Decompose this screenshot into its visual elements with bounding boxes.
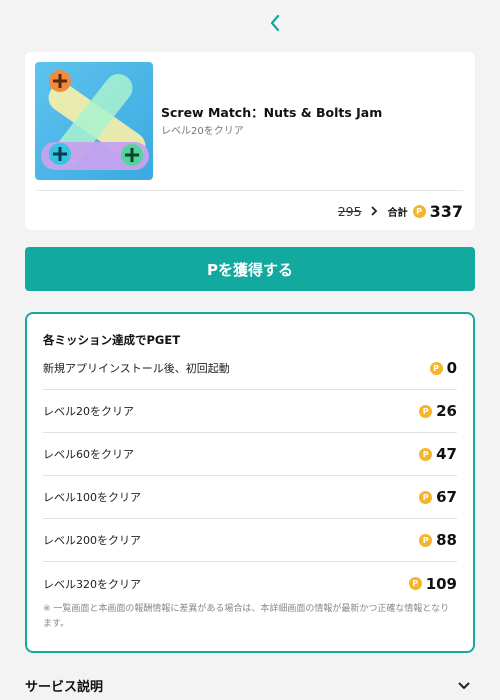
mission-row: レベル320をクリア P 109 <box>43 562 457 605</box>
mission-label: レベル320をクリア <box>43 577 141 591</box>
mission-row: レベル60をクリア P 47 <box>43 433 457 476</box>
mission-value: 47 <box>436 445 457 463</box>
back-button[interactable] <box>264 12 286 34</box>
app-title: Screw Match：Nuts & Bolts Jam <box>161 105 383 120</box>
coin-icon: P <box>419 447 433 461</box>
mission-row: レベル100をクリア P 67 <box>43 476 457 519</box>
app-card[interactable]: Screw Match：Nuts & Bolts Jam レベル20をクリア 2… <box>25 52 475 230</box>
mission-row: レベル20をクリア P 26 <box>43 390 457 433</box>
mission-value: 26 <box>436 402 457 420</box>
mission-value: 109 <box>425 574 457 593</box>
app-subtitle: レベル20をクリア <box>161 126 244 137</box>
coin-icon: P <box>429 361 443 375</box>
app-icon <box>35 62 153 180</box>
price-row: 295 合計 P 337 <box>338 200 463 222</box>
chevron-down-icon[interactable] <box>456 678 472 692</box>
total-label: 合計 <box>387 207 408 219</box>
coin-icon: P <box>419 490 433 504</box>
mission-panel: 各ミッション達成でPGET 新規アプリインストール後、初回起動 P0 レベル20… <box>25 312 475 653</box>
mission-label: レベル100をクリア <box>43 491 141 504</box>
mission-label: レベル60をクリア <box>43 448 134 461</box>
mission-label: 新規アプリインストール後、初回起動 <box>43 362 230 375</box>
mission-value: 67 <box>436 488 457 506</box>
chevron-right-icon <box>370 204 380 218</box>
service-title[interactable]: サービス説明 <box>25 676 103 695</box>
total-value: 337 <box>429 201 463 221</box>
mission-note: ※ 一覧画面と本画面の報酬情報に差異がある場合は、本詳細画面の情報が最新かつ正確… <box>43 604 450 629</box>
coin-icon: P <box>419 404 433 418</box>
divider <box>37 190 463 191</box>
coin-icon: P <box>408 577 422 590</box>
mission-title: 各ミッション達成でPGET <box>43 333 181 347</box>
mission-row: レベル200をクリア P 88 <box>43 519 457 562</box>
mission-row: 新規アプリインストール後、初回起動 P0 <box>43 347 457 390</box>
mission-label: レベル20をクリア <box>43 405 134 418</box>
mission-value: 0 <box>446 359 457 377</box>
chevron-left-icon <box>270 14 280 32</box>
mission-value: 88 <box>436 531 457 549</box>
mission-label: レベル200をクリア <box>43 534 141 547</box>
get-points-button[interactable]: Pを獲得する <box>25 247 475 291</box>
coin-icon: P <box>419 533 433 547</box>
old-price: 295 <box>337 203 362 219</box>
coin-icon: P <box>412 204 426 218</box>
top-bar <box>0 0 500 46</box>
